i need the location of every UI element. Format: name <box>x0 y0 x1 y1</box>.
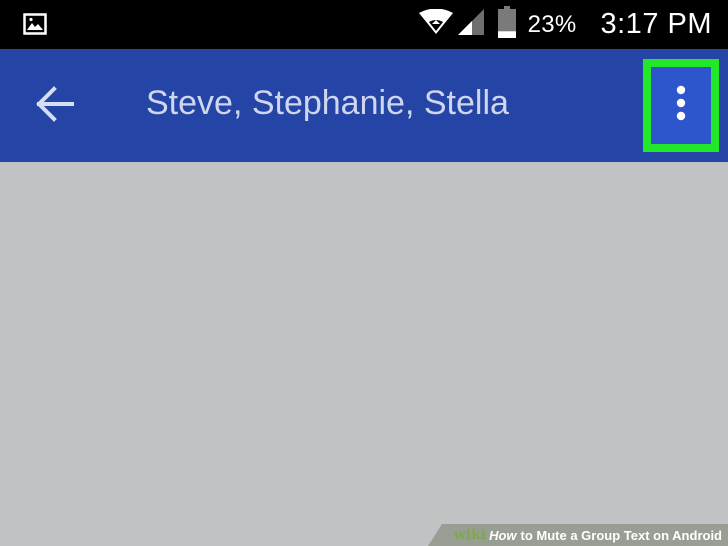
gallery-notification-icon <box>23 13 47 35</box>
wifi-icon <box>418 8 458 40</box>
battery-percentage: 23% <box>527 10 577 38</box>
status-indicators: 23% 3:17 PM <box>418 0 712 49</box>
battery-icon <box>497 6 528 43</box>
wikihow-watermark: wiki How to Mute a Group Text on Android <box>428 524 728 546</box>
status-bar: 23% 3:17 PM <box>0 0 728 49</box>
watermark-wiki: wiki <box>453 527 487 543</box>
more-vert-icon <box>674 84 688 127</box>
back-arrow-icon <box>35 85 75 127</box>
phone-screen: 23% 3:17 PM Steve, Stephanie, Stella wik… <box>0 0 728 546</box>
conversation-content-area <box>0 162 728 546</box>
back-button[interactable] <box>30 83 80 129</box>
app-bar: Steve, Stephanie, Stella <box>0 49 728 162</box>
more-options-button[interactable] <box>643 59 719 152</box>
conversation-title: Steve, Stephanie, Stella <box>146 84 509 122</box>
signal-icon <box>457 9 498 40</box>
watermark-title: to Mute a Group Text on Android <box>520 527 722 543</box>
watermark-how: How <box>489 527 517 543</box>
clock: 3:17 PM <box>600 8 712 40</box>
